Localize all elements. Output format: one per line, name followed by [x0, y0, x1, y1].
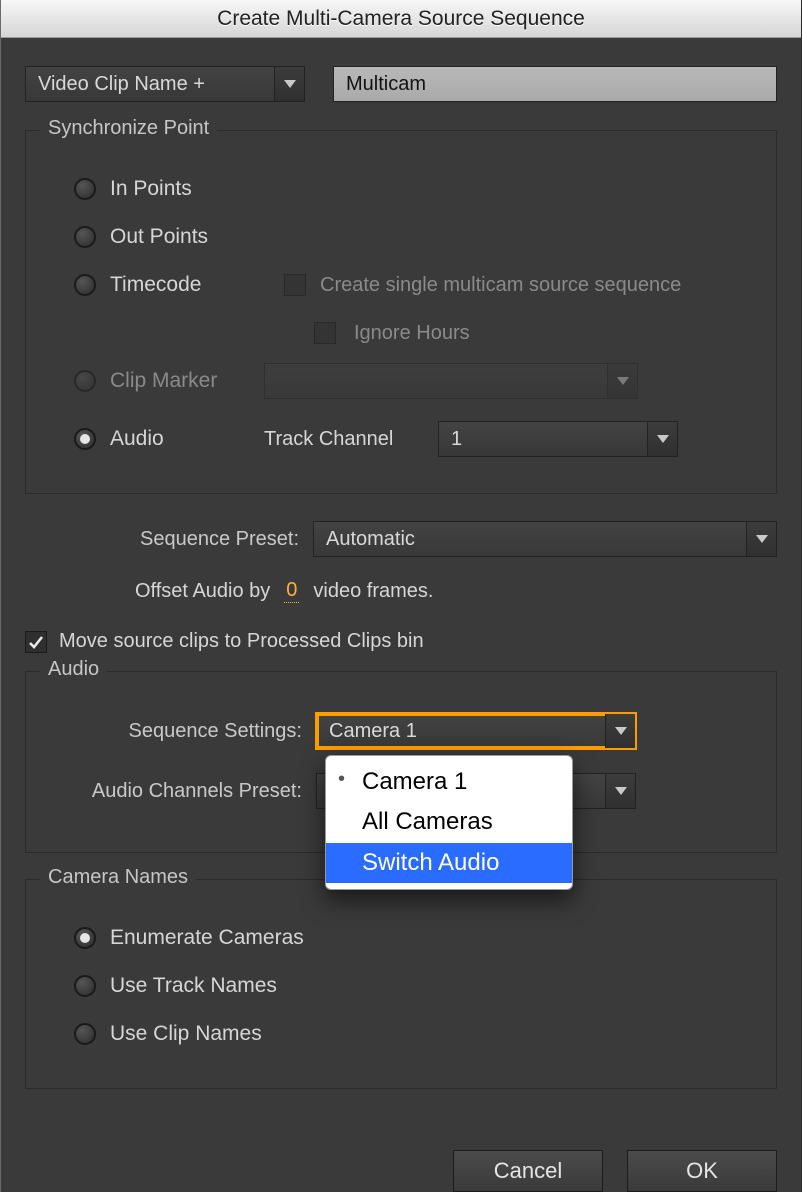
offset-audio-suffix: video frames.	[313, 580, 433, 603]
audio-channels-preset-label: Audio Channels Preset:	[48, 780, 302, 803]
checkbox-move-processed[interactable]	[25, 631, 47, 653]
checkbox-create-single	[284, 274, 306, 296]
chevron-down-icon	[647, 422, 677, 456]
name-mode-select[interactable]: Video Clip Name +	[25, 66, 305, 102]
cancel-button[interactable]: Cancel	[453, 1150, 603, 1192]
radio-clip-marker-label: Clip Marker	[110, 369, 250, 393]
chevron-down-icon	[607, 364, 637, 398]
radio-audio[interactable]	[74, 428, 96, 450]
offset-audio-value[interactable]: 0	[284, 579, 299, 603]
radio-clip-marker	[74, 370, 96, 392]
radio-use-clip-names-label: Use Clip Names	[110, 1022, 262, 1046]
offset-audio-prefix: Offset Audio by	[135, 580, 270, 603]
camera-names-legend: Camera Names	[40, 866, 196, 889]
sequence-name-value: Multicam	[346, 73, 426, 96]
radio-out-points-label: Out Points	[110, 225, 208, 249]
radio-in-points-label: In Points	[110, 177, 192, 201]
clip-marker-select	[264, 363, 638, 399]
popup-item-all-cameras[interactable]: All Cameras	[326, 802, 572, 842]
popup-item-switch-audio[interactable]: Switch Audio	[326, 843, 572, 883]
radio-timecode[interactable]	[74, 274, 96, 296]
checkbox-create-single-label: Create single multicam source sequence	[320, 274, 681, 297]
cancel-button-label: Cancel	[494, 1158, 562, 1184]
ok-button-label: OK	[686, 1158, 718, 1184]
chevron-down-icon	[746, 522, 776, 556]
chevron-down-icon	[274, 67, 304, 101]
audio-group-legend: Audio	[40, 658, 107, 681]
radio-out-points[interactable]	[74, 226, 96, 248]
dialog-content: Video Clip Name + Multicam Synchronize P…	[1, 38, 801, 1192]
radio-use-clip-names[interactable]	[74, 1023, 96, 1045]
chevron-down-icon	[605, 774, 635, 808]
sequence-name-input[interactable]: Multicam	[333, 66, 777, 102]
track-channel-label: Track Channel	[264, 428, 424, 451]
name-mode-value: Video Clip Name +	[38, 73, 205, 96]
sequence-settings-select[interactable]: Camera 1	[316, 713, 636, 749]
radio-enumerate-cameras-label: Enumerate Cameras	[110, 926, 304, 950]
sequence-settings-label: Sequence Settings:	[48, 720, 302, 743]
popup-item-camera-1[interactable]: Camera 1	[326, 762, 572, 802]
sequence-settings-popup[interactable]: Camera 1 All Cameras Switch Audio	[325, 755, 573, 890]
checkbox-move-processed-label: Move source clips to Processed Clips bin	[59, 630, 424, 653]
track-channel-value: 1	[451, 428, 462, 451]
radio-use-track-names[interactable]	[74, 975, 96, 997]
radio-enumerate-cameras[interactable]	[74, 927, 96, 949]
window-titlebar: Create Multi-Camera Source Sequence	[1, 0, 801, 38]
ok-button[interactable]: OK	[627, 1150, 777, 1192]
sequence-preset-label: Sequence Preset:	[25, 528, 299, 551]
checkbox-ignore-hours	[314, 322, 336, 344]
radio-timecode-label: Timecode	[110, 273, 250, 297]
synchronize-point-legend: Synchronize Point	[40, 117, 217, 140]
sequence-preset-select[interactable]: Automatic	[313, 521, 777, 557]
track-channel-select[interactable]: 1	[438, 421, 678, 457]
window-title: Create Multi-Camera Source Sequence	[217, 7, 585, 31]
camera-names-group: Camera Names Enumerate Cameras Use Track…	[25, 879, 777, 1089]
sequence-settings-value: Camera 1	[329, 720, 417, 743]
chevron-down-icon	[605, 714, 635, 748]
radio-audio-label: Audio	[110, 427, 250, 451]
radio-in-points[interactable]	[74, 178, 96, 200]
synchronize-point-group: Synchronize Point In Points Out Points T…	[25, 130, 777, 494]
sequence-preset-value: Automatic	[326, 528, 415, 551]
radio-use-track-names-label: Use Track Names	[110, 974, 277, 998]
checkbox-ignore-hours-label: Ignore Hours	[354, 322, 470, 345]
